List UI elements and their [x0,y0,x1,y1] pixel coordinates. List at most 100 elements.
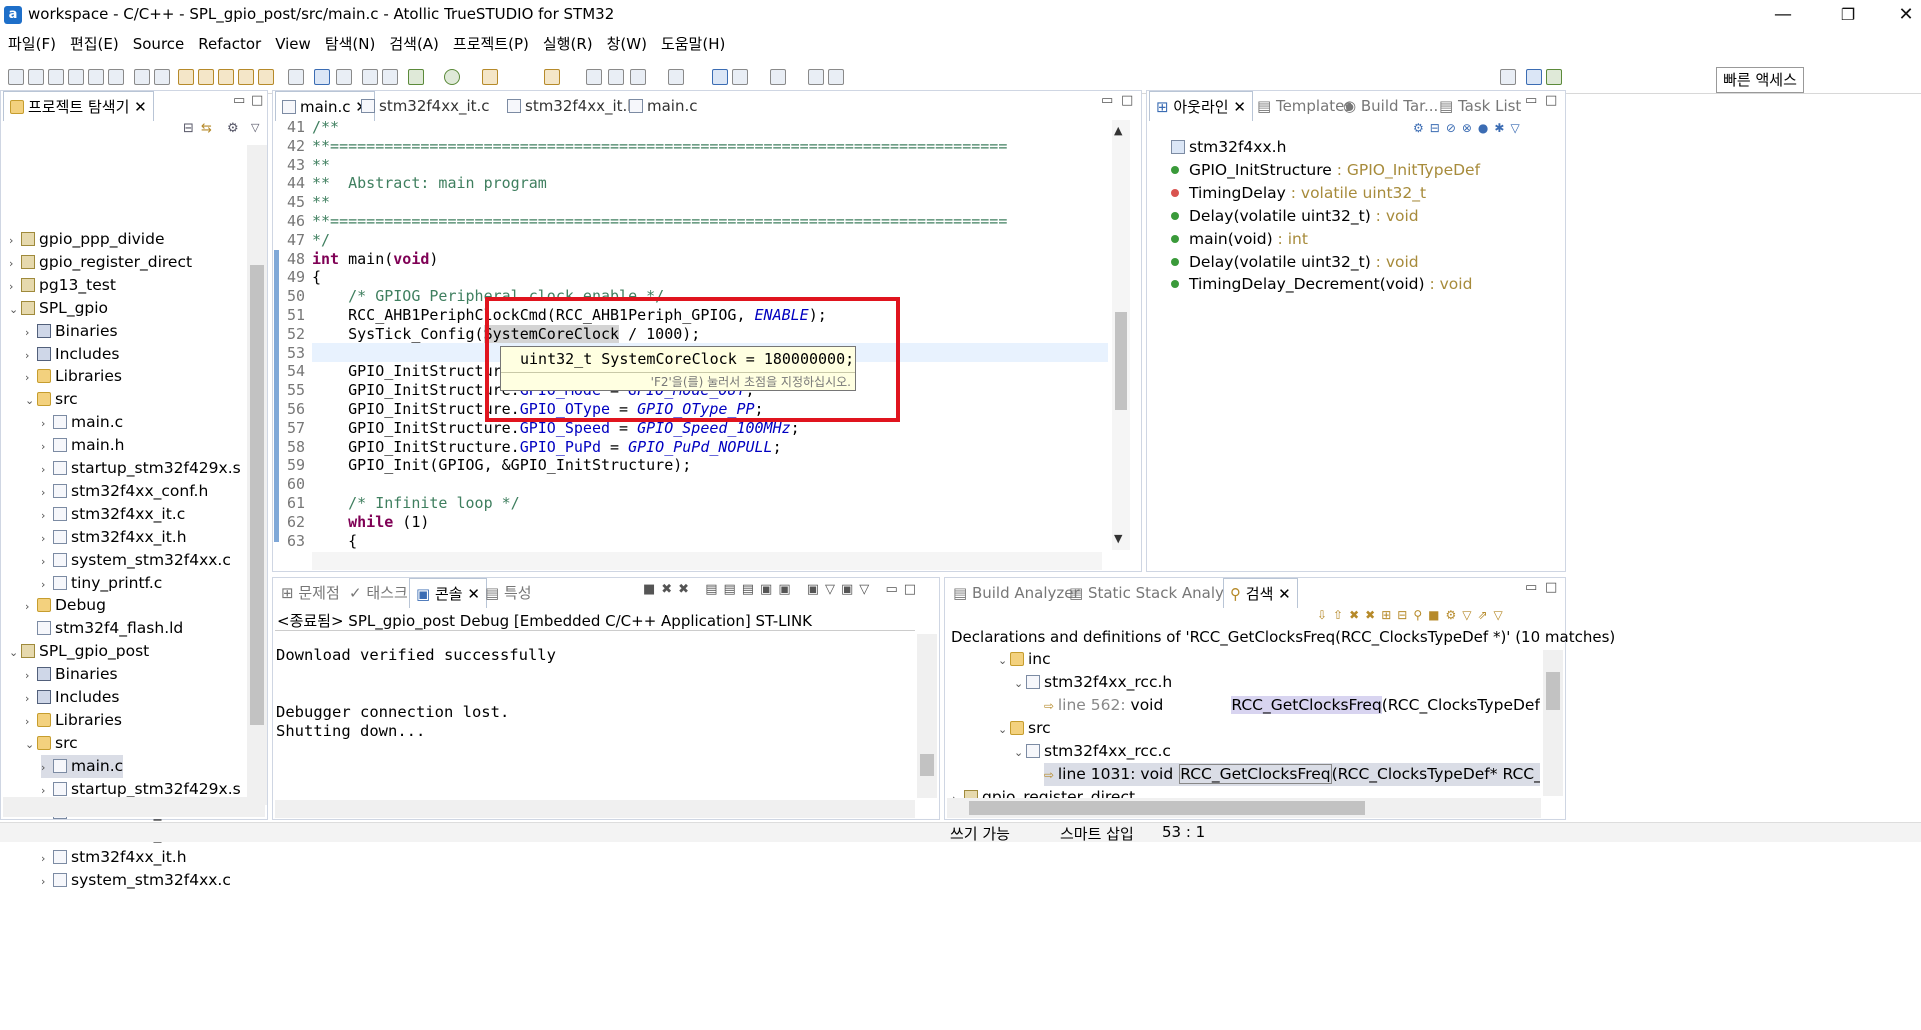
tab-stm32f4xx-it-h[interactable]: stm32f4xx_it.h [501,91,643,121]
collapsed-chevron-icon[interactable]: › [25,710,37,733]
explorer-item[interactable]: › Binaries [25,663,118,686]
explorer-item[interactable]: › system_stm32f4xx.c [41,869,231,892]
close-icon[interactable]: ✕ [1893,4,1919,26]
outline-item[interactable]: main(void) : int [1171,228,1308,251]
maximize-view-icon[interactable]: □ [251,93,263,108]
expanded-chevron-icon[interactable]: ⌄ [998,718,1010,741]
open-icon[interactable] [108,69,124,85]
minimize-view-icon[interactable]: ▭ [1525,93,1537,108]
window-icon[interactable] [732,69,748,85]
outline-item[interactable]: stm32f4xx.h [1171,136,1286,159]
editor-scroll-thumb[interactable] [1115,312,1127,410]
explorer-item[interactable]: › system_stm32f4xx.c [41,549,231,572]
collapsed-chevron-icon[interactable]: › [25,687,37,710]
expanded-chevron-icon[interactable]: ⌄ [1014,672,1026,695]
collapsed-chevron-icon[interactable]: › [41,527,53,550]
code-line[interactable]: { [312,268,321,286]
menu-search[interactable]: 검색(A) [389,32,439,56]
explorer-item[interactable]: › Binaries [25,320,118,343]
collapsed-chevron-icon[interactable]: › [952,787,964,798]
outline-item[interactable]: Delay(volatile uint32_t) : void [1171,251,1419,274]
collapsed-chevron-icon[interactable]: › [41,412,53,435]
explorer-item[interactable]: › main.h [41,434,124,457]
marker-icon[interactable] [544,69,560,85]
collapsed-chevron-icon[interactable]: › [25,664,37,687]
format-icon[interactable] [382,69,398,85]
build-config-icon[interactable] [258,69,274,85]
explorer-item[interactable]: ⌄ SPL_gpio_post [9,640,149,663]
menu-navigate[interactable]: 탐색(N) [325,32,376,56]
maximize-view-icon[interactable]: □ [1545,580,1557,595]
explorer-item[interactable]: stm32f4_flash.ld [25,617,183,640]
new-class-icon[interactable] [68,69,84,85]
run-icon[interactable] [444,69,460,85]
explorer-item[interactable]: › Includes [25,686,120,709]
search-scrollbar[interactable] [1543,650,1563,796]
collapsed-chevron-icon[interactable]: › [9,229,21,252]
prev-edit-icon[interactable] [630,69,646,85]
align-icon[interactable] [362,69,378,85]
expanded-chevron-icon[interactable]: ⌄ [998,649,1010,672]
collapsed-chevron-icon[interactable]: › [25,321,37,344]
menu-project[interactable]: 프로젝트(P) [453,32,529,56]
rebuild-icon[interactable] [218,69,234,85]
code-line[interactable]: */ [312,231,330,249]
explorer-item[interactable]: ⌄ SPL_gpio [9,297,108,320]
collapsed-chevron-icon[interactable]: › [41,573,53,596]
quick-access-field[interactable]: 빠른 액세스 [1716,67,1804,93]
code-line[interactable]: **======================================… [312,212,1007,230]
scrollbar-thumb[interactable] [250,265,264,725]
outline-item[interactable]: Delay(volatile uint32_t) : void [1171,205,1419,228]
code-line[interactable]: /** [312,118,339,136]
collapsed-chevron-icon[interactable]: › [41,435,53,458]
code-line[interactable]: GPIO_InitStructure.GPIO_PuPd = GPIO_PuPd… [312,438,782,456]
collapsed-chevron-icon[interactable]: › [25,344,37,367]
clean-icon[interactable] [238,69,254,85]
code-line[interactable]: ** Abstract: main program [312,174,547,192]
console-toolbar-icons[interactable]: ■✖✖ ▤▤▤▣▣ ▣▽▣▽ ▭□ [643,582,922,597]
forward-icon[interactable] [668,69,684,85]
tab-build-targets[interactable]: ◉ Build Tar... [1337,91,1444,121]
collapsed-chevron-icon[interactable]: › [41,870,53,893]
debug-perspective-icon[interactable] [1546,69,1562,85]
menu-window[interactable]: 창(W) [607,32,647,56]
scroll-down-icon[interactable]: ▼ [1114,532,1122,545]
tab-outline[interactable]: ⊞ 아웃라인 ✕ [1149,91,1253,121]
code-line[interactable]: /* Infinite loop */ [312,494,520,512]
save-all-icon[interactable] [154,69,170,85]
menu-edit[interactable]: 편집(E) [70,32,119,56]
explorer-item[interactable]: › tiny_printf.c [41,572,162,595]
code-line[interactable]: while (1) [312,513,429,531]
new-header-icon[interactable] [28,69,44,85]
expanded-chevron-icon[interactable]: ⌄ [9,298,21,321]
editor-hscroll[interactable] [312,552,1102,570]
collapsed-chevron-icon[interactable]: › [41,481,53,504]
expanded-chevron-icon[interactable]: ⌄ [25,733,37,756]
tab-task-list[interactable]: ▤ Task List [1433,91,1527,121]
skip-icon[interactable] [336,69,352,85]
code-line[interactable]: **======================================… [312,137,1007,155]
collapsed-chevron-icon[interactable]: › [9,252,21,275]
scroll-up-icon[interactable]: ▲ [1114,124,1122,137]
collapsed-chevron-icon[interactable]: › [9,275,21,298]
console-hscroll[interactable] [275,800,915,818]
menu-view[interactable]: View [275,32,311,56]
menu-file[interactable]: 파일(F) [8,32,56,56]
console-scrollbar[interactable] [917,634,937,798]
explorer-item[interactable]: › Debug [25,594,106,617]
tab-search[interactable]: ⚲ 검색 ✕ [1223,578,1298,608]
search-file-source[interactable]: ⌄ stm32f4xx_rcc.c [1014,740,1171,763]
collapsed-chevron-icon[interactable]: › [41,847,53,870]
explorer-item[interactable]: › main.c [41,411,123,434]
view-dropdown-icon[interactable]: ▽ [251,121,259,134]
new-folder-icon[interactable] [88,69,104,85]
menu-source[interactable]: Source [133,32,185,56]
collapsed-chevron-icon[interactable]: › [41,458,53,481]
search-hscroll-thumb[interactable] [969,801,1365,815]
minimize-view-icon[interactable]: ▭ [1101,93,1113,108]
new-source-icon[interactable] [48,69,64,85]
menu-run[interactable]: 실행(R) [543,32,593,56]
explorer-item[interactable]: › startup_stm32f429x.s [41,457,241,480]
explorer-item[interactable]: › gpio_ppp_divide [9,228,164,251]
search-project[interactable]: › gpio_register_direct [952,786,1135,798]
